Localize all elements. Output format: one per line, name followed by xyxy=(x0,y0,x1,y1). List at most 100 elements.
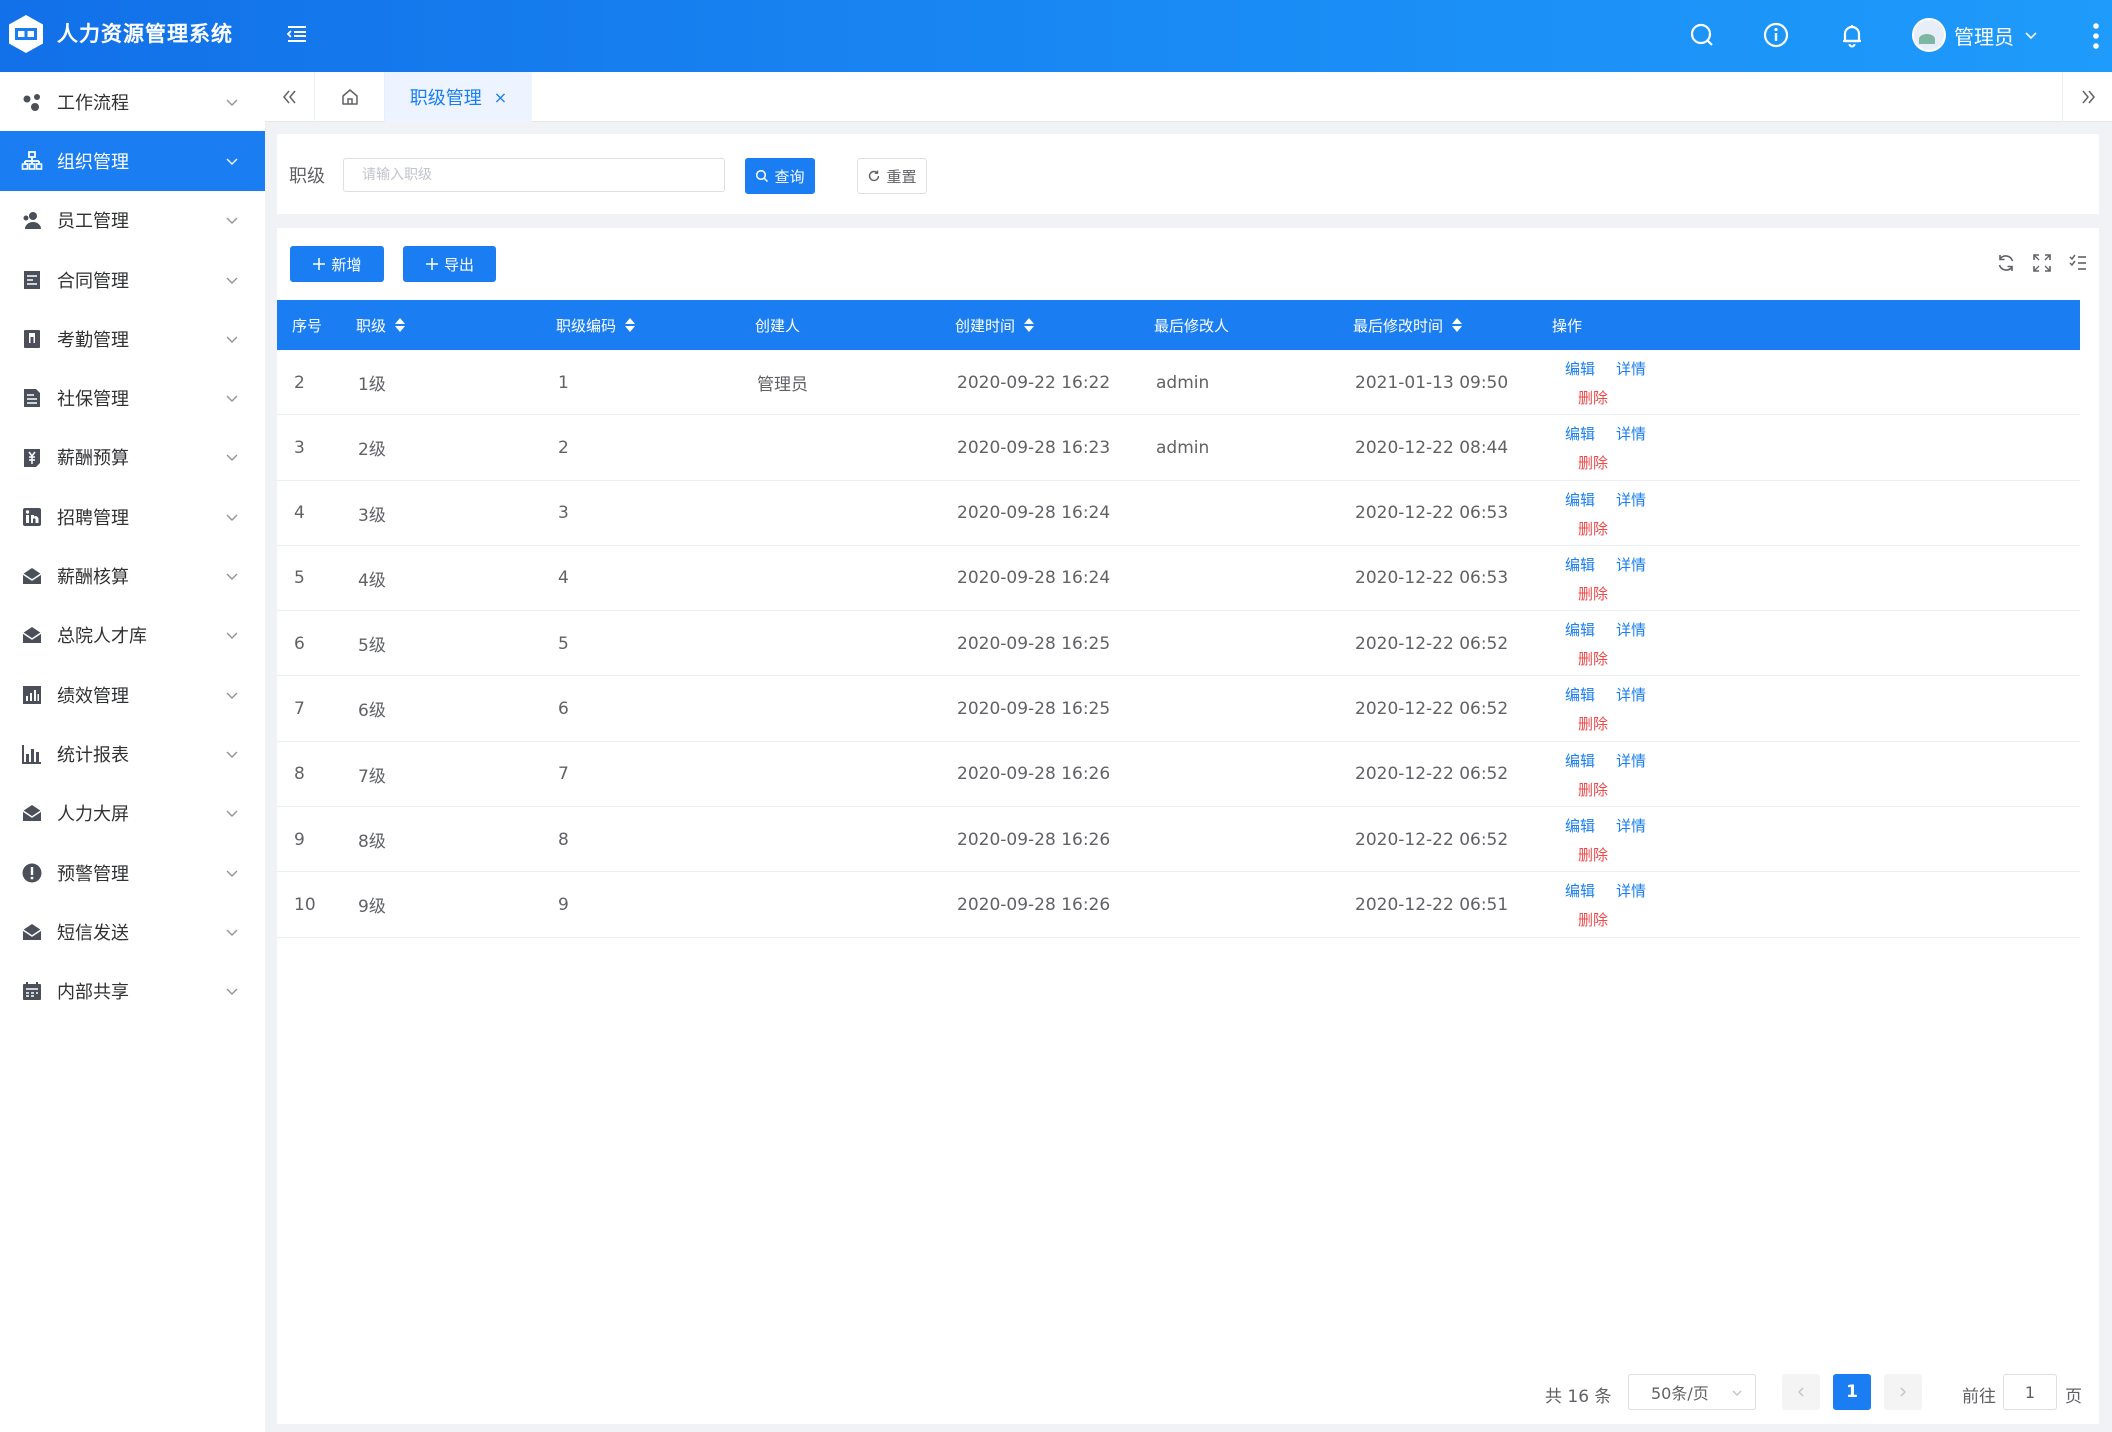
fullscreen-icon[interactable] xyxy=(2031,252,2053,274)
job-level-search-input[interactable] xyxy=(343,158,725,192)
menu-fold-icon[interactable] xyxy=(284,21,310,47)
sort-icon[interactable] xyxy=(624,317,636,333)
column-settings-icon[interactable] xyxy=(2067,252,2089,274)
cell-level: 1级 xyxy=(358,375,386,395)
edit-link[interactable]: 编辑 xyxy=(1565,684,1595,705)
page-number-current[interactable]: 1 xyxy=(1833,1374,1871,1410)
sidebar-item-label: 薪酬核算 xyxy=(57,567,129,589)
delete-link[interactable]: 删除 xyxy=(1578,713,1608,734)
search-icon xyxy=(756,169,769,183)
sidebar-item[interactable]: 统计报表 xyxy=(0,724,265,783)
sidebar-item[interactable]: 总院人才库 xyxy=(0,606,265,665)
column-header-label: 职级 xyxy=(356,316,387,335)
detail-link[interactable]: 详情 xyxy=(1616,489,1646,510)
sidebar-item[interactable]: 工作流程 xyxy=(0,72,265,131)
sidebar-item[interactable]: 员工管理 xyxy=(0,191,265,250)
delete-link[interactable]: 删除 xyxy=(1578,909,1608,930)
tab-scroll-right-button[interactable] xyxy=(2062,72,2112,122)
delete-link[interactable]: 删除 xyxy=(1578,518,1608,539)
goto-label: 前往 xyxy=(1962,1387,1996,1407)
tab-scroll-left-button[interactable] xyxy=(265,72,315,122)
sidebar-item[interactable]: 组织管理 xyxy=(0,131,265,191)
edit-link[interactable]: 编辑 xyxy=(1565,880,1595,901)
column-header[interactable]: 创建时间 xyxy=(955,300,1035,350)
alert-icon xyxy=(22,863,42,882)
bell-icon[interactable] xyxy=(1837,20,1867,50)
edit-link[interactable]: 编辑 xyxy=(1565,554,1595,575)
column-header[interactable]: 职级编码 xyxy=(556,300,636,350)
query-button[interactable]: 查询 xyxy=(745,158,815,194)
edit-link[interactable]: 编辑 xyxy=(1565,489,1595,510)
sidebar-item[interactable]: 薪酬核算 xyxy=(0,546,265,605)
search-icon[interactable] xyxy=(1687,20,1717,50)
user-menu[interactable]: 管理员 xyxy=(1912,17,2038,53)
delete-link[interactable]: 删除 xyxy=(1578,452,1608,473)
detail-link[interactable]: 详情 xyxy=(1616,423,1646,444)
reset-button[interactable]: 重置 xyxy=(857,158,927,194)
cell-creator: 管理员 xyxy=(757,375,808,395)
delete-link[interactable]: 删除 xyxy=(1578,387,1608,408)
sidebar-item-label: 内部共享 xyxy=(57,982,129,1004)
delete-link[interactable]: 删除 xyxy=(1578,583,1608,604)
detail-link[interactable]: 详情 xyxy=(1616,684,1646,705)
cell-level: 6级 xyxy=(358,701,386,722)
home-icon xyxy=(341,89,358,105)
sidebar-item[interactable]: 内部共享 xyxy=(0,961,265,1020)
refresh-table-icon[interactable] xyxy=(1995,252,2017,274)
edit-link[interactable]: 编辑 xyxy=(1565,750,1595,771)
column-header[interactable]: 职级 xyxy=(356,300,406,350)
column-header-label: 创建时间 xyxy=(955,316,1016,335)
job-level-label: 职级 xyxy=(289,166,325,187)
add-button[interactable]: 新增 xyxy=(290,246,384,282)
info-icon[interactable] xyxy=(1761,20,1791,50)
goto-page-input[interactable] xyxy=(2003,1374,2057,1410)
cell-level: 5级 xyxy=(358,636,386,657)
column-header[interactable]: 最后修改时间 xyxy=(1353,300,1463,350)
cell-code: 3 xyxy=(558,503,569,524)
page-size-select[interactable]: 50条/页 xyxy=(1628,1374,1756,1410)
sidebar-item-label: 考勤管理 xyxy=(57,329,129,351)
edit-link[interactable]: 编辑 xyxy=(1565,423,1595,444)
tab-label: 职级管理 xyxy=(409,88,482,109)
cell-modified: 2020-12-22 06:51 xyxy=(1355,894,1509,915)
double-chevron-right-icon xyxy=(2081,90,2095,104)
cell-modified: 2020-12-22 06:52 xyxy=(1355,829,1509,850)
detail-link[interactable]: 详情 xyxy=(1616,750,1646,771)
sort-icon[interactable] xyxy=(1451,317,1463,333)
edit-link[interactable]: 编辑 xyxy=(1565,358,1595,379)
sidebar-item[interactable]: 合同管理 xyxy=(0,250,265,309)
tab-job-level[interactable]: 职级管理 × xyxy=(385,72,532,122)
sidebar-item[interactable]: 短信发送 xyxy=(0,902,265,961)
detail-link[interactable]: 详情 xyxy=(1616,358,1646,379)
sidebar-item[interactable]: 考勤管理 xyxy=(0,309,265,368)
sidebar-item[interactable]: 绩效管理 xyxy=(0,665,265,724)
next-page-button[interactable] xyxy=(1884,1374,1922,1410)
delete-link[interactable]: 删除 xyxy=(1578,648,1608,669)
tab-home[interactable] xyxy=(315,72,385,122)
more-vertical-icon[interactable] xyxy=(2092,20,2100,52)
detail-link[interactable]: 详情 xyxy=(1616,554,1646,575)
sidebar-item[interactable]: 薪酬预算 xyxy=(0,428,265,487)
sort-icon[interactable] xyxy=(394,317,406,333)
delete-link[interactable]: 删除 xyxy=(1578,779,1608,800)
detail-link[interactable]: 详情 xyxy=(1616,815,1646,836)
chevron-down-icon xyxy=(226,99,238,106)
sidebar-item[interactable]: 人力大屏 xyxy=(0,784,265,843)
edit-link[interactable]: 编辑 xyxy=(1565,619,1595,640)
detail-link[interactable]: 详情 xyxy=(1616,619,1646,640)
sidebar-item[interactable]: 社保管理 xyxy=(0,368,265,427)
tab-close-icon[interactable]: × xyxy=(494,88,507,107)
sidebar-item[interactable]: 招聘管理 xyxy=(0,487,265,546)
prev-page-button[interactable] xyxy=(1782,1374,1820,1410)
pagination: 共 16 条 50条/页 1 前往 页 xyxy=(277,1372,2099,1412)
sort-icon[interactable] xyxy=(1023,317,1035,333)
cell-modified: 2020-12-22 06:53 xyxy=(1355,568,1509,589)
cell-level: 8级 xyxy=(358,832,386,853)
export-button[interactable]: 导出 xyxy=(403,246,496,282)
delete-link[interactable]: 删除 xyxy=(1578,844,1608,865)
table-row: 10 9级 9 2020-09-28 16:26 2020-12-22 06:51 编辑… xyxy=(277,872,2080,938)
sidebar-item[interactable]: 预警管理 xyxy=(0,843,265,902)
sidebar-item-label: 绩效管理 xyxy=(57,685,129,707)
edit-link[interactable]: 编辑 xyxy=(1565,815,1595,836)
detail-link[interactable]: 详情 xyxy=(1616,880,1646,901)
